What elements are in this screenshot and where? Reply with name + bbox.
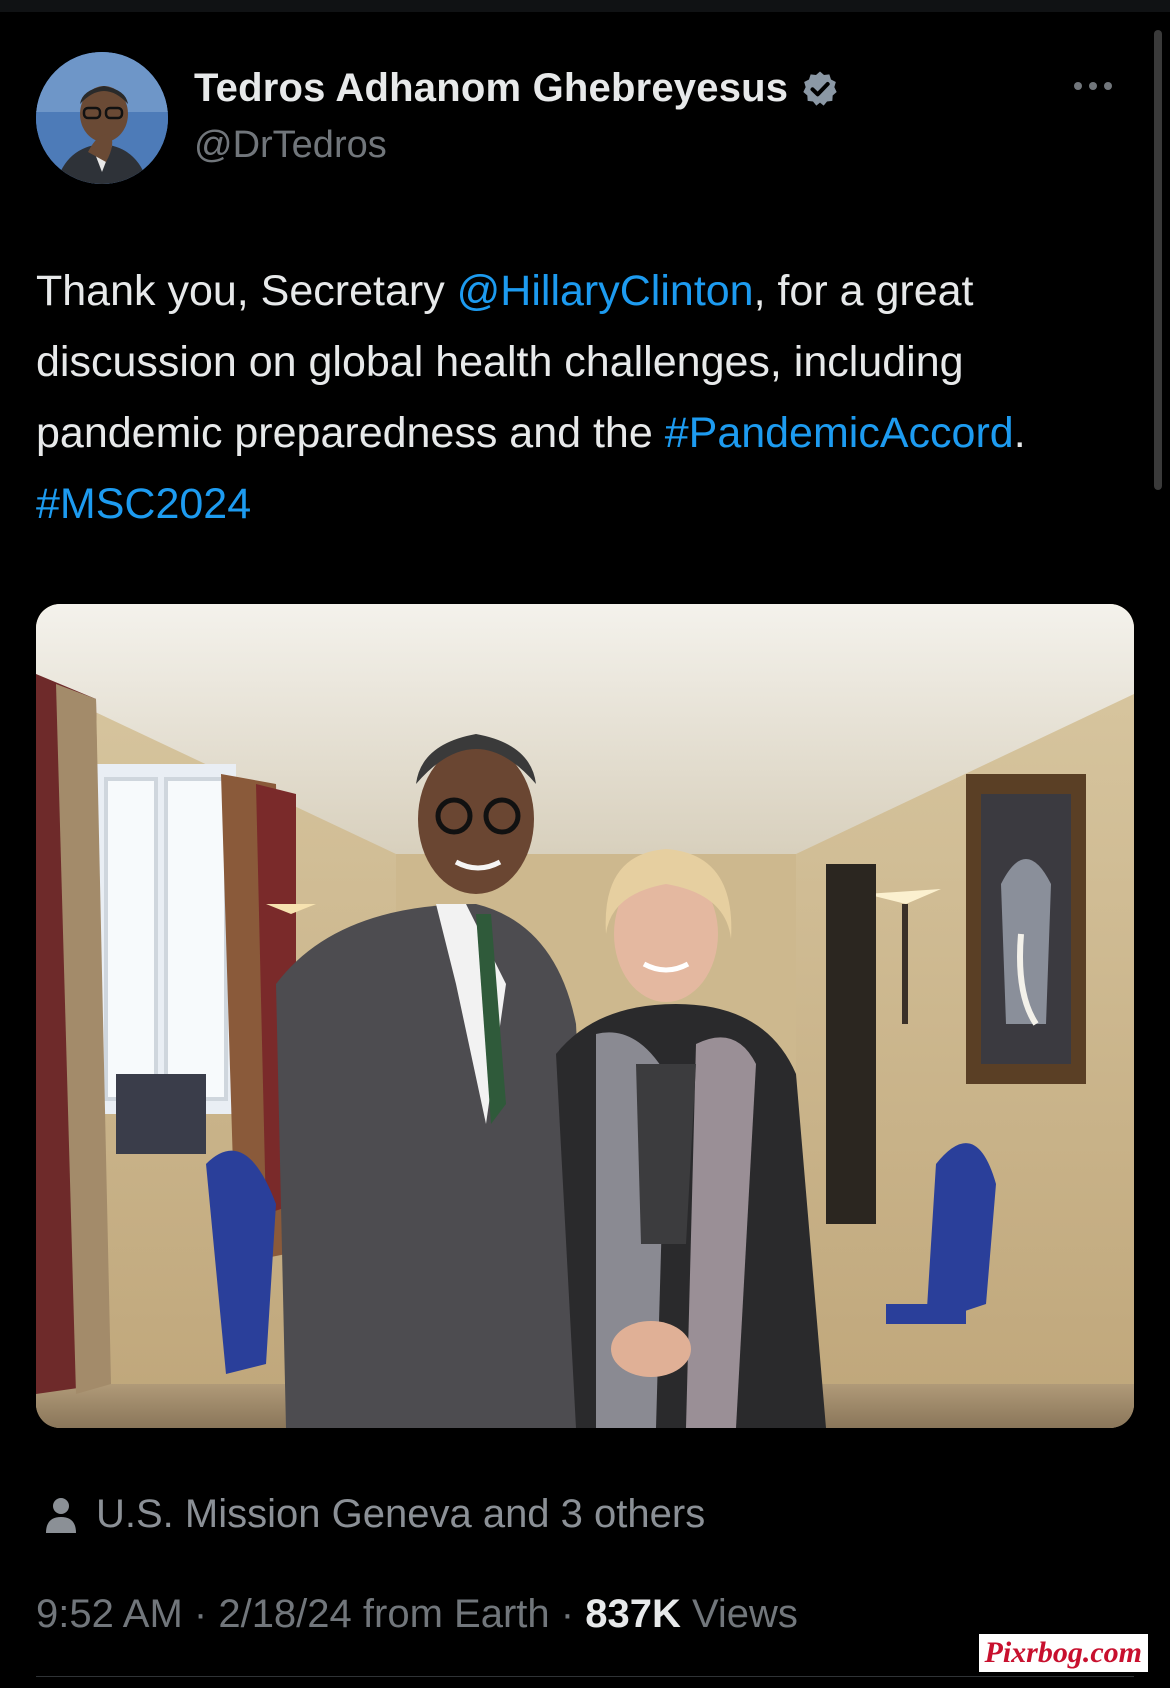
tagged-users-label: U.S. Mission Geneva and 3 others — [96, 1492, 706, 1536]
watermark: Pixrbog.com — [978, 1634, 1148, 1672]
avatar-image — [36, 52, 168, 184]
views-label: Views — [691, 1592, 798, 1636]
tweet-date[interactable]: 2/18/24 — [218, 1592, 351, 1636]
tweet-photo[interactable] — [36, 604, 1134, 1428]
tweet-text-part: . — [1013, 409, 1026, 457]
divider — [36, 1676, 1134, 1677]
name-row: Tedros Adhanom Ghebreyesus — [194, 66, 840, 111]
tweet-text: Thank you, Secretary @HillaryClinton, fo… — [36, 256, 1126, 540]
separator-dot: · — [560, 1592, 586, 1636]
tweet-text-part: Thank you, Secretary — [36, 267, 457, 315]
tweet-meta: 9:52 AM · 2/18/24 from Earth · 837K View… — [36, 1592, 798, 1637]
tweet-header: Tedros Adhanom Ghebreyesus @DrTedros — [36, 52, 1136, 187]
person-icon — [46, 1497, 76, 1533]
photo-illustration — [36, 604, 1134, 1428]
separator-dot: · — [193, 1592, 219, 1636]
scrollbar[interactable] — [1154, 30, 1162, 490]
mention-link[interactable]: @HillaryClinton — [457, 267, 754, 315]
avatar[interactable] — [36, 52, 168, 184]
author-handle[interactable]: @DrTedros — [194, 124, 387, 167]
tweet-time[interactable]: 9:52 AM — [36, 1592, 183, 1636]
more-options-icon[interactable] — [1074, 82, 1112, 90]
views-count: 837K — [585, 1592, 681, 1636]
top-bar — [0, 0, 1170, 12]
tweet-source: from Earth — [362, 1592, 550, 1636]
dot-icon — [1104, 82, 1112, 90]
tagged-users[interactable]: U.S. Mission Geneva and 3 others — [46, 1492, 705, 1537]
dot-icon — [1089, 82, 1097, 90]
hashtag-link-msc2024[interactable]: #MSC2024 — [36, 480, 251, 528]
author-display-name[interactable]: Tedros Adhanom Ghebreyesus — [194, 66, 788, 111]
hashtag-link-pandemic-accord[interactable]: #PandemicAccord — [665, 409, 1014, 457]
dot-icon — [1074, 82, 1082, 90]
verified-badge-icon — [803, 71, 837, 106]
